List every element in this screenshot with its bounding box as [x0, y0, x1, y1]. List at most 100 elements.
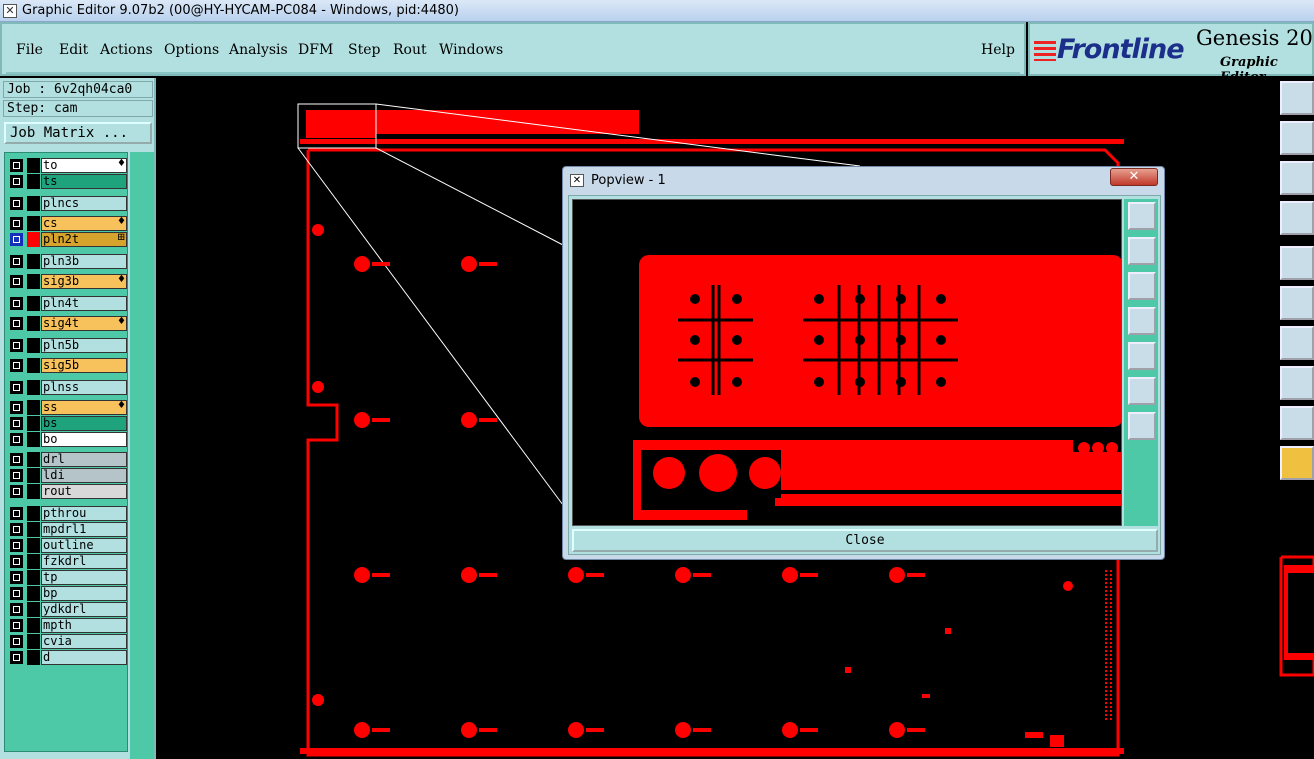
layer-row-fzkdrl[interactable]: fzkdrl	[7, 554, 127, 569]
layer-row-pln5b[interactable]: pln5b	[7, 338, 127, 353]
layer-color-swatch[interactable]	[27, 634, 40, 649]
layer-color-swatch[interactable]	[27, 586, 40, 601]
layer-color-swatch[interactable]	[27, 400, 40, 415]
layer-name[interactable]: pthrou	[41, 506, 127, 521]
layer-name[interactable]: ydkdrl	[41, 602, 127, 617]
layer-checkbox[interactable]	[10, 587, 23, 600]
job-matrix-button[interactable]: Job Matrix ...	[4, 122, 152, 144]
layer-color-swatch[interactable]	[27, 618, 40, 633]
layer-checkbox[interactable]	[10, 453, 23, 466]
close-icon[interactable]: ✕	[1110, 168, 1158, 186]
pointer-icon[interactable]	[1280, 446, 1314, 480]
layer-color-swatch[interactable]	[27, 316, 40, 331]
layer-row-mpth[interactable]: mpth	[7, 618, 127, 633]
layer-name[interactable]: ts	[41, 174, 127, 189]
layer-checkbox[interactable]	[10, 317, 23, 330]
layer-color-swatch[interactable]	[27, 416, 40, 431]
menu-edit[interactable]: Edit	[59, 42, 88, 58]
layer-name[interactable]: bo	[41, 432, 127, 447]
layer-row-bp[interactable]: bp	[7, 586, 127, 601]
layer-name[interactable]: ss	[41, 400, 127, 415]
layer-checkbox[interactable]	[10, 159, 23, 172]
layer-checkbox[interactable]	[10, 507, 23, 520]
layer-row-bo[interactable]: bo	[7, 432, 127, 447]
layer-row-ts[interactable]: ts	[7, 174, 127, 189]
layer-name[interactable]: sig5b	[41, 358, 127, 373]
layer-checkbox[interactable]	[10, 401, 23, 414]
layer-checkbox[interactable]	[10, 233, 23, 246]
menu-step[interactable]: Step	[348, 42, 380, 58]
menu-file[interactable]: File	[16, 42, 43, 58]
layer-checkbox[interactable]	[10, 433, 23, 446]
layer-row-cs[interactable]: cs ♦	[7, 216, 127, 231]
layer-checkbox[interactable]	[10, 197, 23, 210]
popview-pan-left-icon[interactable]	[1128, 307, 1156, 335]
layer-name[interactable]: pln5b	[41, 338, 127, 353]
layer-row-d[interactable]: d	[7, 650, 127, 665]
layer-name[interactable]: fzkdrl	[41, 554, 127, 569]
layer-checkbox[interactable]	[10, 619, 23, 632]
menu-analysis[interactable]: Analysis	[229, 42, 288, 58]
layer-color-swatch[interactable]	[27, 254, 40, 269]
layer-row-pln4t[interactable]: pln4t	[7, 296, 127, 311]
popview-pan-down-icon[interactable]	[1128, 272, 1156, 300]
layer-color-swatch[interactable]	[27, 452, 40, 467]
layer-checkbox[interactable]	[10, 255, 23, 268]
layer-name[interactable]: ldi	[41, 468, 127, 483]
overview-thumbnail[interactable]	[1279, 555, 1314, 683]
layer-color-swatch[interactable]	[27, 484, 40, 499]
layer-checkbox[interactable]	[10, 359, 23, 372]
angle-icon[interactable]	[1280, 326, 1314, 360]
menu-help[interactable]: Help	[981, 42, 1015, 58]
layer-name[interactable]: pln2t	[41, 232, 127, 247]
menu-dfm[interactable]: DFM	[298, 42, 333, 58]
layer-checkbox[interactable]	[10, 339, 23, 352]
popview-canvas[interactable]	[572, 199, 1122, 526]
layer-row-sig4t[interactable]: sig4t ♦	[7, 316, 127, 331]
layer-row-rout[interactable]: rout	[7, 484, 127, 499]
layer-name[interactable]: sig3b	[41, 274, 127, 289]
layer-color-swatch[interactable]	[27, 232, 40, 247]
layer-name[interactable]: plncs	[41, 196, 127, 211]
layer-row-ss[interactable]: ss ♦	[7, 400, 127, 415]
layer-checkbox[interactable]	[10, 651, 23, 664]
layer-row-sig5b[interactable]: sig5b	[7, 358, 127, 373]
layer-color-swatch[interactable]	[27, 570, 40, 585]
popview-zoom-fit-icon[interactable]	[1128, 377, 1156, 405]
layer-row-drl[interactable]: drl	[7, 452, 127, 467]
layer-name[interactable]: rout	[41, 484, 127, 499]
layer-checkbox[interactable]	[10, 523, 23, 536]
popview-zoom-out-icon[interactable]	[1128, 412, 1156, 440]
select-icon[interactable]	[1280, 366, 1314, 400]
layer-row-pthrou[interactable]: pthrou	[7, 506, 127, 521]
menu-actions[interactable]: Actions	[100, 42, 153, 58]
layer-row-pln3b[interactable]: pln3b	[7, 254, 127, 269]
layer-color-swatch[interactable]	[27, 468, 40, 483]
layer-name[interactable]: plnss	[41, 380, 127, 395]
layer-name[interactable]: outline	[41, 538, 127, 553]
layer-row-pln2t[interactable]: pln2t ⊞	[7, 232, 127, 247]
layer-row-sig3b[interactable]: sig3b ♦	[7, 274, 127, 289]
layer-color-swatch[interactable]	[27, 196, 40, 211]
popview-zoom-in-icon[interactable]	[1128, 202, 1156, 230]
layer-name[interactable]: bs	[41, 416, 127, 431]
popview-pan-right-icon[interactable]	[1128, 342, 1156, 370]
menu-rout[interactable]: Rout	[393, 42, 427, 58]
layer-checkbox[interactable]	[10, 555, 23, 568]
layer-row-ldi[interactable]: ldi	[7, 468, 127, 483]
menu-options[interactable]: Options	[164, 42, 219, 58]
layer-name[interactable]: pln4t	[41, 296, 127, 311]
layer-color-swatch[interactable]	[27, 358, 40, 373]
layer-checkbox[interactable]	[10, 417, 23, 430]
layer-color-swatch[interactable]	[27, 554, 40, 569]
pan-left-icon[interactable]	[1280, 121, 1314, 155]
layer-row-mpdrl1[interactable]: mpdrl1	[7, 522, 127, 537]
layer-color-swatch[interactable]	[27, 158, 40, 173]
layer-color-swatch[interactable]	[27, 506, 40, 521]
layer-name[interactable]: cs	[41, 216, 127, 231]
layer-row-cvia[interactable]: cvia	[7, 634, 127, 649]
layer-color-swatch[interactable]	[27, 216, 40, 231]
layer-row-to[interactable]: to ♦	[7, 158, 127, 173]
layer-row-plnss[interactable]: plnss	[7, 380, 127, 395]
layer-name[interactable]: d	[41, 650, 127, 665]
